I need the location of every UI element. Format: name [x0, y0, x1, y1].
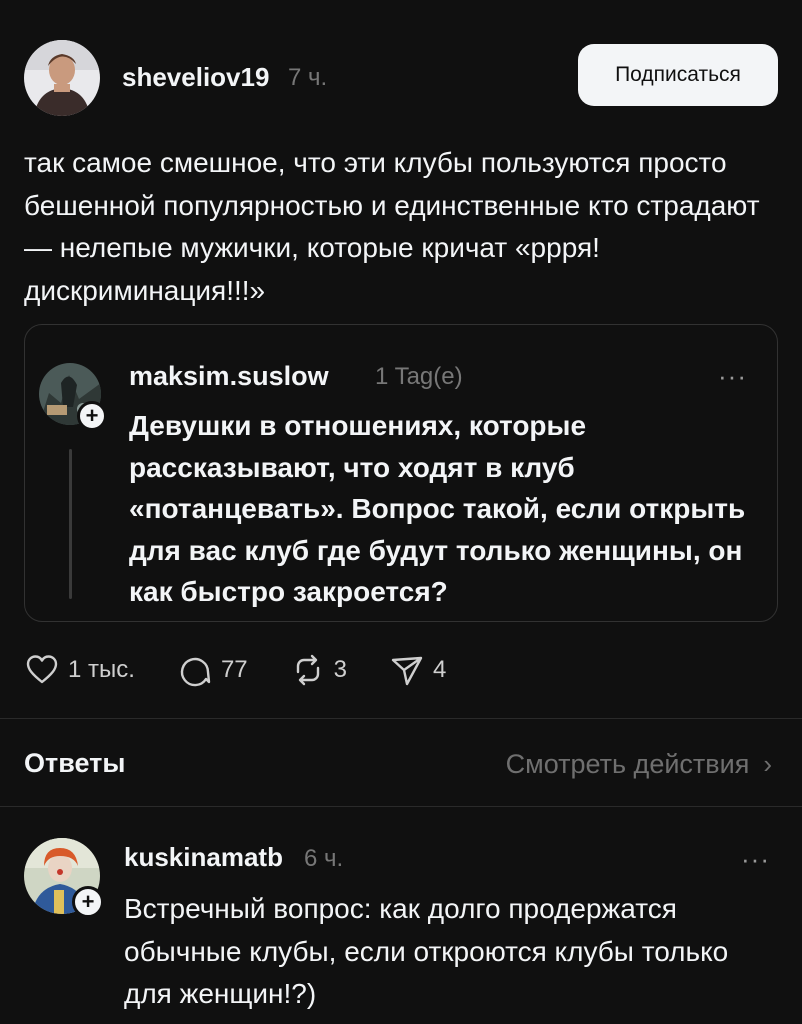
follow-plus-icon[interactable]: + [72, 886, 104, 918]
replies-title: Ответы [24, 748, 126, 778]
avatar-image [24, 40, 100, 116]
author-username[interactable]: sheveliov19 [122, 62, 269, 93]
chevron-right-icon: › [763, 749, 772, 779]
heart-icon [26, 655, 58, 684]
quoted-text: Девушки в отношениях, которые рассказыва… [129, 410, 746, 607]
quoted-author-username[interactable]: maksim.suslow [129, 361, 329, 392]
like-count: 1 тыс. [68, 656, 135, 683]
more-icon[interactable]: ··· [741, 846, 770, 872]
comment-button[interactable]: 77 [177, 652, 248, 688]
author-avatar[interactable] [24, 40, 100, 116]
repost-button[interactable]: 3 [290, 652, 347, 688]
post-time: 7 ч. [288, 64, 328, 91]
send-icon [391, 656, 423, 686]
share-count: 4 [433, 656, 447, 683]
follow-button[interactable]: Подписаться [578, 44, 778, 106]
more-icon[interactable]: ··· [718, 363, 747, 389]
divider [0, 806, 802, 807]
post-text: так самое смешное, что эти клубы пользую… [24, 147, 760, 306]
thread-line [69, 449, 72, 599]
quoted-time: 1 Tag(e) [375, 363, 463, 390]
reply-text: Встречный вопрос: как долго продержатся … [124, 893, 729, 1009]
comment-icon [180, 657, 211, 687]
like-button[interactable]: 1 тыс. [24, 652, 135, 688]
action-bar: 1 тыс. 77 3 4 [24, 650, 488, 690]
share-button[interactable]: 4 [389, 652, 446, 688]
follow-plus-icon[interactable]: + [77, 401, 107, 431]
repost-icon [296, 654, 319, 686]
reply-author-username[interactable]: kuskinamatb [124, 842, 283, 873]
post-header: sheveliov19 7 ч. Подписаться [24, 38, 778, 118]
repost-count: 3 [333, 656, 347, 683]
divider [0, 718, 802, 719]
quoted-post[interactable]: + maksim.suslow 1 Tag(e) ··· Девушки в о… [24, 324, 778, 622]
comment-count: 77 [220, 656, 248, 683]
view-activity-link[interactable]: Смотреть действия › [506, 749, 772, 780]
view-activity-label: Смотреть действия [505, 749, 750, 779]
reply-time: 6 ч. [304, 845, 344, 872]
